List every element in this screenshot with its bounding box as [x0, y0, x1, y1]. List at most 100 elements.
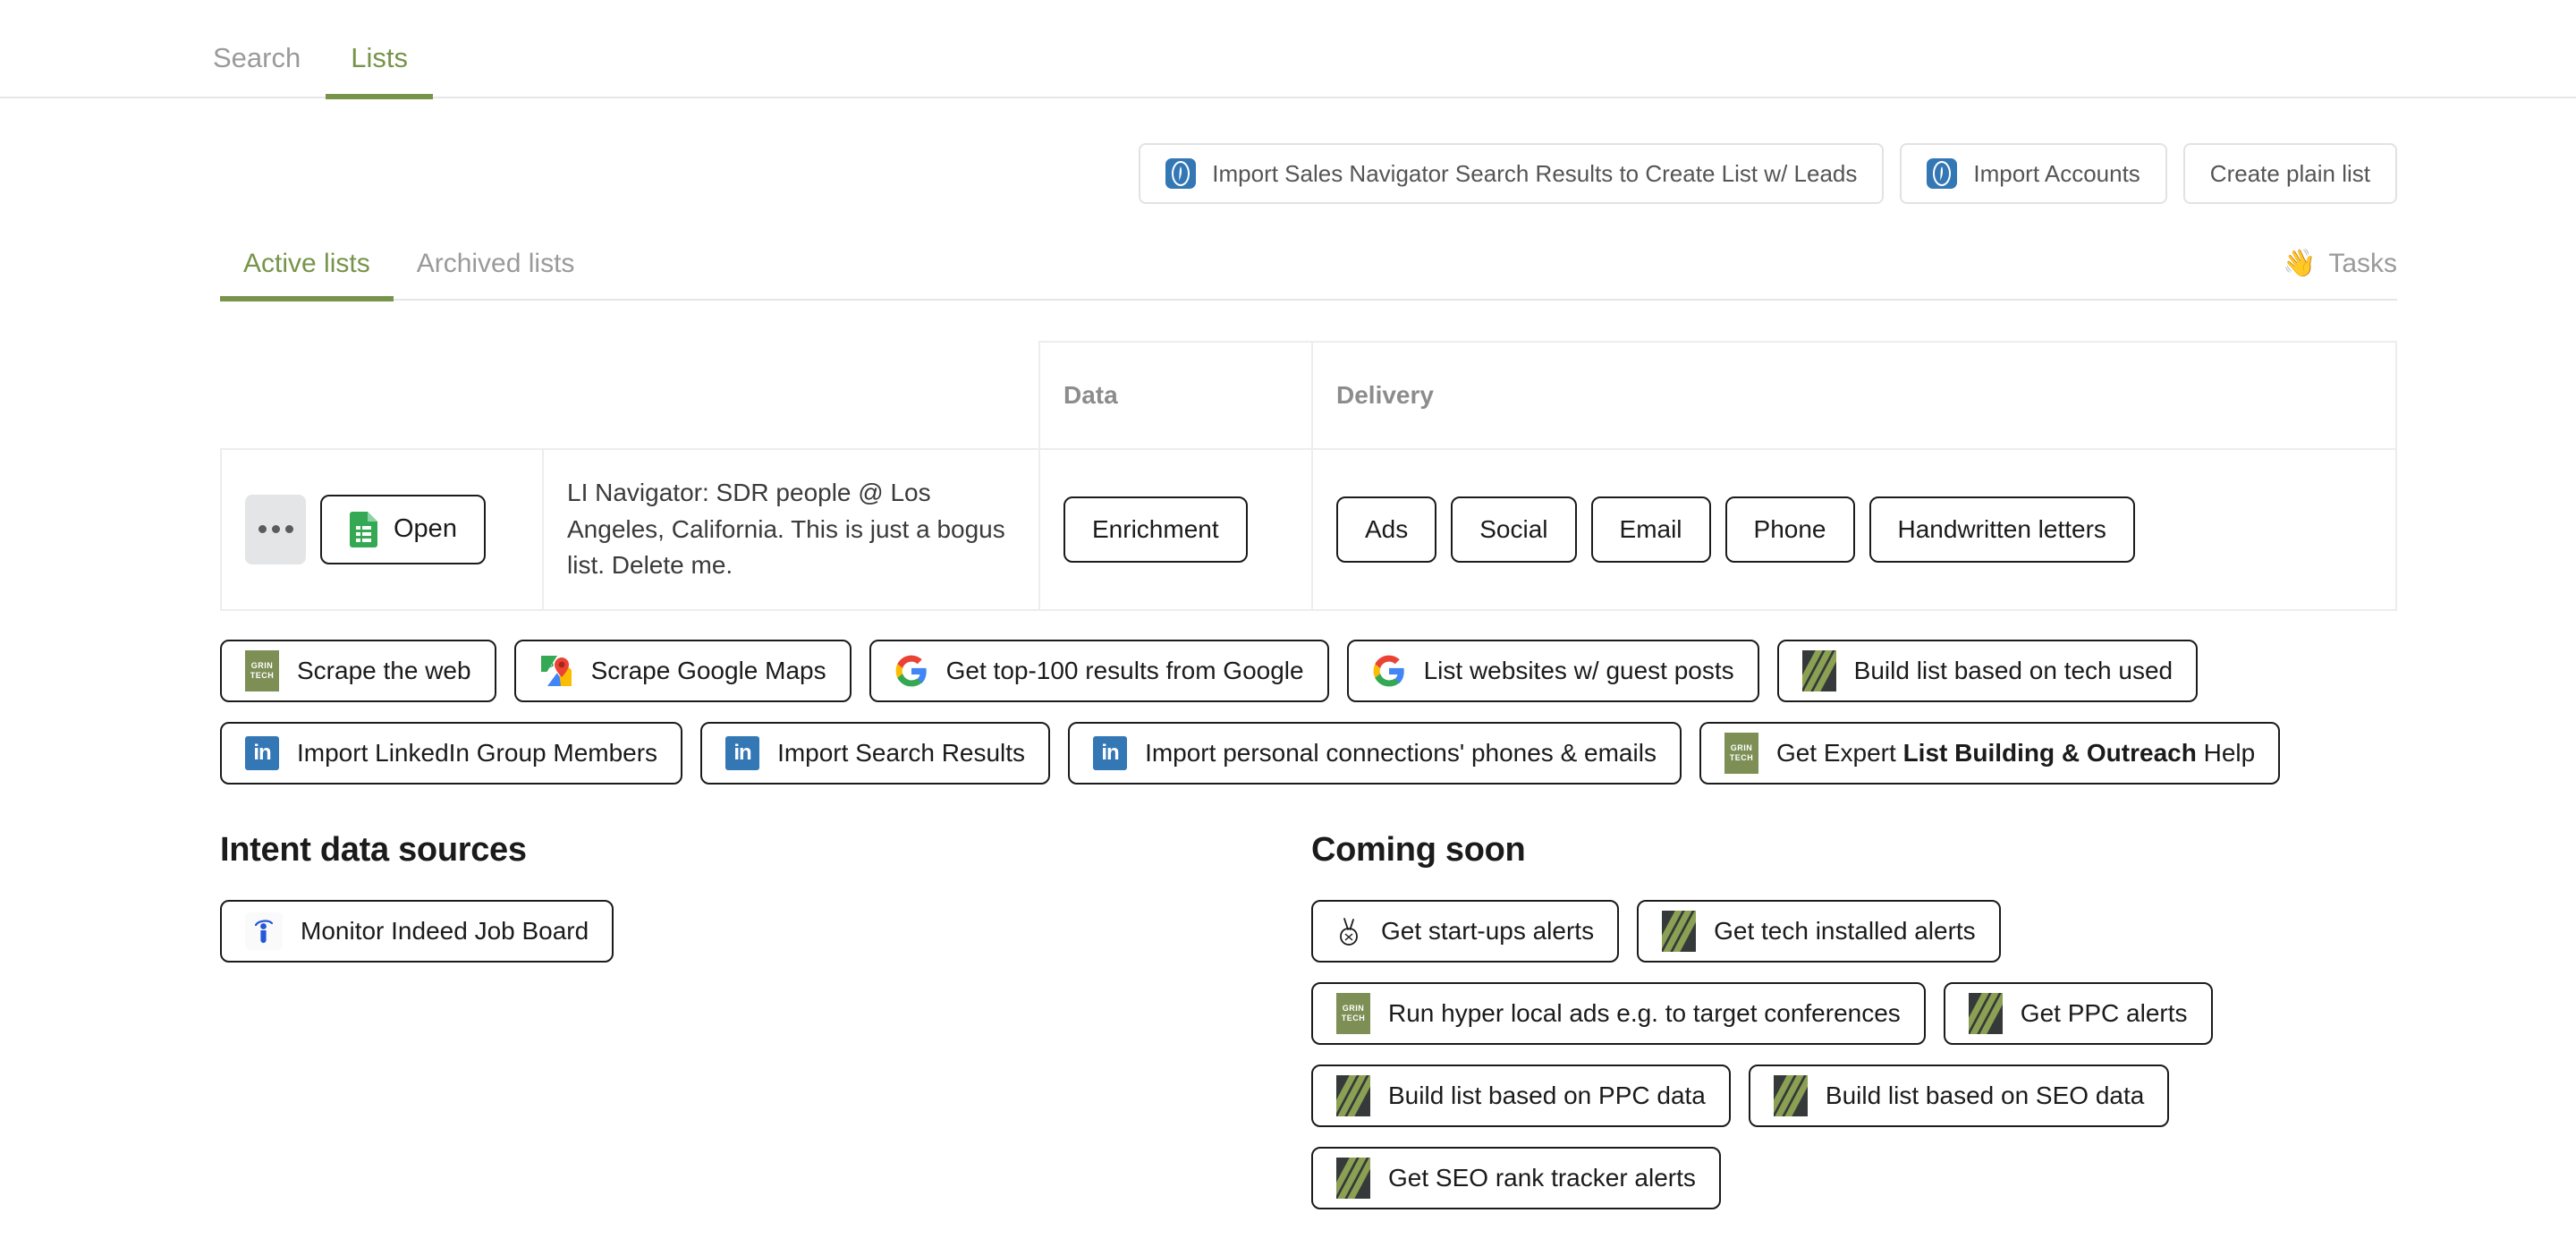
scrape-google-maps-label: Scrape Google Maps — [590, 656, 826, 684]
build-list-ppc-data-label: Build list based on PPC data — [1388, 1081, 1706, 1109]
scrape-the-web-button[interactable]: GRIN TECH Scrape the web — [220, 639, 496, 702]
linkedin-icon: in — [725, 735, 760, 770]
action-row-2: in Import LinkedIn Group Members in Impo… — [220, 721, 2397, 785]
get-startups-alerts-button[interactable]: Get start-ups alerts — [1311, 899, 1620, 963]
tasks-link[interactable]: 👋 Tasks — [2283, 249, 2397, 299]
grintech-icon-line2: TECH — [1341, 1013, 1366, 1022]
get-ppc-alerts-label: Get PPC alerts — [2020, 998, 2188, 1027]
get-top-100-google-label: Get top-100 results from Google — [945, 656, 1304, 684]
list-subtabs: Active lists Archived lists — [220, 250, 598, 301]
row-data-cell: Enrichment — [1038, 448, 1313, 611]
row-delivery-cell: Ads Social Email Phone Handwritten lette… — [1311, 448, 2397, 611]
enrichment-button[interactable]: Enrichment — [1063, 496, 1248, 563]
tech-icon — [1336, 1157, 1370, 1199]
tab-archived-lists[interactable]: Archived lists — [394, 250, 598, 299]
get-seo-rank-tracker-alerts-label: Get SEO rank tracker alerts — [1388, 1163, 1696, 1192]
bottom-sections: Intent data sources Monitor Indeed Job B… — [220, 831, 2576, 1229]
google-icon — [894, 654, 928, 688]
import-search-results-button[interactable]: in Import Search Results — [700, 721, 1051, 785]
coming-soon-title: Coming soon — [1311, 830, 1526, 869]
import-button-row: Import Sales Navigator Search Results to… — [0, 98, 2576, 204]
google-icon — [1372, 654, 1406, 688]
angellist-icon — [1336, 916, 1363, 946]
import-sales-navigator-label: Import Sales Navigator Search Results to… — [1212, 159, 1858, 187]
svg-text:G: G — [546, 657, 554, 670]
get-expert-help-button[interactable]: GRIN TECH Get Expert List Building & Out… — [1699, 721, 2281, 785]
tab-search[interactable]: Search — [188, 44, 326, 97]
import-accounts-label: Import Accounts — [1973, 159, 2140, 187]
delivery-ads-button[interactable]: Ads — [1336, 496, 1437, 563]
linkedin-icon: in — [245, 735, 279, 770]
get-tech-installed-alerts-button[interactable]: Get tech installed alerts — [1637, 899, 2001, 963]
coming-soon-row-2: GRIN TECH Run hyper local ads e.g. to ta… — [1311, 981, 2576, 1045]
lists-table-body: Open LI Navigator: SDR people @ Los Ange… — [220, 448, 2397, 611]
linkedin-icon: in — [1093, 735, 1128, 770]
row-actions-cell: Open — [220, 448, 544, 611]
tab-lists[interactable]: Lists — [326, 44, 433, 99]
grintech-icon-line1: GRIN — [1730, 743, 1753, 753]
intent-data-sources-title: Intent data sources — [220, 830, 527, 869]
import-accounts-button[interactable]: Import Accounts — [1900, 143, 2167, 204]
import-sales-navigator-button[interactable]: Import Sales Navigator Search Results to… — [1139, 143, 1885, 204]
build-list-ppc-data-button[interactable]: Build list based on PPC data — [1311, 1064, 1731, 1127]
run-hyper-local-ads-button[interactable]: GRIN TECH Run hyper local ads e.g. to ta… — [1311, 981, 1926, 1045]
lists-table: Data Delivery Open LI Navigator: SDR peo… — [220, 341, 2397, 611]
run-hyper-local-ads-label: Run hyper local ads e.g. to target confe… — [1388, 998, 1901, 1027]
tab-active-lists[interactable]: Active lists — [220, 250, 394, 301]
action-row-1: GRIN TECH Scrape the web G Scrape Google… — [220, 639, 2397, 702]
indeed-icon — [245, 912, 283, 950]
get-top-100-google-button[interactable]: Get top-100 results from Google — [869, 639, 1329, 702]
lists-table-header-row: Data Delivery — [221, 341, 2397, 450]
header-data: Data — [1038, 341, 1313, 450]
tech-icon — [1968, 992, 2003, 1034]
coming-soon-row-3: Build list based on PPC data Build list … — [1311, 1064, 2576, 1127]
open-list-button[interactable]: Open — [320, 494, 486, 564]
intent-data-sources-section: Intent data sources Monitor Indeed Job B… — [220, 831, 1311, 1229]
tech-icon — [1773, 1074, 1808, 1116]
scrape-google-maps-button[interactable]: G Scrape Google Maps — [513, 639, 852, 702]
import-personal-connections-label: Import personal connections' phones & em… — [1145, 738, 1657, 767]
get-ppc-alerts-button[interactable]: Get PPC alerts — [1943, 981, 2213, 1045]
sales-navigator-icon — [1165, 158, 1197, 189]
delivery-social-button[interactable]: Social — [1451, 496, 1577, 563]
google-maps-icon: G — [539, 654, 573, 688]
scrape-the-web-label: Scrape the web — [297, 656, 471, 684]
open-list-label: Open — [394, 514, 457, 544]
list-name: LI Navigator: SDR people @ Los Angeles, … — [567, 479, 1005, 580]
google-sheets-icon — [349, 511, 377, 547]
table-row: Open LI Navigator: SDR people @ Los Ange… — [220, 448, 2397, 611]
import-personal-connections-button[interactable]: in Import personal connections' phones &… — [1068, 721, 1682, 785]
get-expert-help-label: Get Expert List Building & Outreach Help — [1775, 738, 2256, 767]
action-buttons-block: GRIN TECH Scrape the web G Scrape Google… — [220, 639, 2397, 785]
sales-navigator-icon — [1927, 158, 1958, 189]
header-actions — [221, 342, 543, 449]
grintech-icon: GRIN TECH — [1724, 732, 1758, 774]
create-plain-list-button[interactable]: Create plain list — [2182, 143, 2397, 204]
waving-hand-icon: 👋 — [2282, 249, 2317, 278]
row-name-cell: LI Navigator: SDR people @ Los Angeles, … — [542, 448, 1040, 611]
page-body: Import Sales Navigator Search Results to… — [0, 98, 2576, 1229]
top-navigation: Search Lists — [0, 0, 2576, 99]
delivery-email-button[interactable]: Email — [1590, 496, 1711, 563]
delivery-handwritten-letters-button[interactable]: Handwritten letters — [1868, 496, 2135, 563]
coming-soon-row-1: Get start-ups alerts Get tech installed … — [1311, 899, 2576, 963]
tech-icon — [1662, 910, 1697, 952]
list-subtabs-row: Active lists Archived lists 👋 Tasks — [220, 249, 2397, 301]
grintech-icon: GRIN TECH — [1336, 992, 1370, 1034]
monitor-indeed-job-board-button[interactable]: Monitor Indeed Job Board — [220, 899, 614, 963]
delivery-phone-button[interactable]: Phone — [1724, 496, 1855, 563]
dot-icon — [284, 525, 293, 534]
build-list-seo-data-button[interactable]: Build list based on SEO data — [1748, 1064, 2170, 1127]
tech-icon — [1336, 1074, 1370, 1116]
row-more-menu-button[interactable] — [245, 494, 306, 564]
get-seo-rank-tracker-alerts-button[interactable]: Get SEO rank tracker alerts — [1311, 1146, 1721, 1209]
coming-soon-section: Coming soon Get start-ups alerts Get tec… — [1311, 831, 2576, 1229]
import-linkedin-group-members-button[interactable]: in Import LinkedIn Group Members — [220, 721, 683, 785]
create-plain-list-label: Create plain list — [2209, 159, 2370, 187]
build-list-seo-data-label: Build list based on SEO data — [1825, 1081, 2145, 1109]
list-websites-guest-posts-button[interactable]: List websites w/ guest posts — [1346, 639, 1759, 702]
import-search-results-label: Import Search Results — [777, 738, 1026, 767]
build-list-tech-used-button[interactable]: Build list based on tech used — [1776, 639, 2199, 702]
grintech-icon-line2: TECH — [250, 670, 275, 680]
get-startups-alerts-label: Get start-ups alerts — [1381, 916, 1595, 945]
